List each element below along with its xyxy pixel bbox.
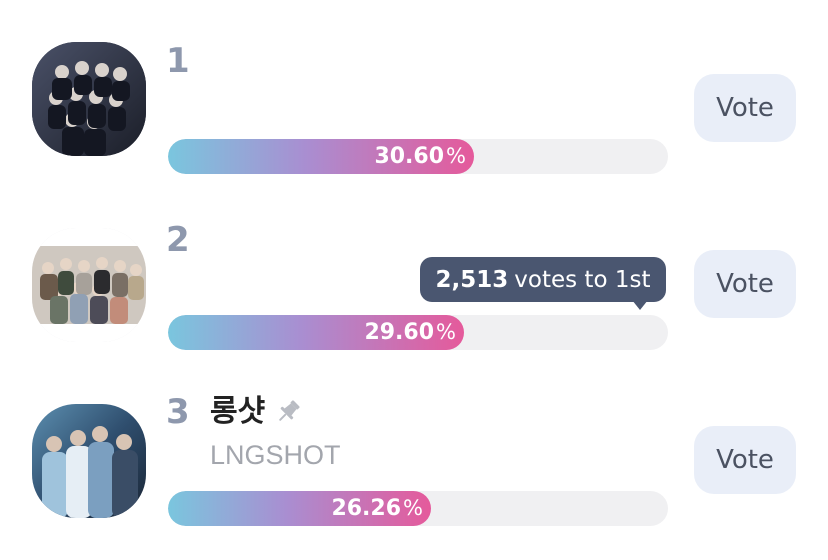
votes-gap-count: 2,513 (435, 266, 509, 293)
votes-gap-tooltip: 2,513 votes to 1st (420, 257, 666, 310)
ranking-row-3: 3 롱샷 LNGSHOT 26.26% Vote (0, 352, 828, 528)
vote-share-fill: 30.60% (168, 139, 474, 174)
artist-name: 롱샷 (210, 394, 266, 429)
group-photo-avatar-2[interactable] (32, 228, 146, 342)
ranking-row-2: 2 2,513 votes to 1st 29.60% Vote (0, 176, 828, 352)
vote-share-fill: 26.26% (168, 491, 431, 526)
pin-icon[interactable] (272, 396, 304, 428)
vote-button-1[interactable]: Vote (694, 74, 796, 142)
vote-button-3[interactable]: Vote (694, 426, 796, 494)
ranking-row-1: 1 30.60% Vote (0, 0, 828, 176)
avatar-image-3 (32, 404, 146, 518)
vote-percentage: 26.26% (331, 495, 423, 521)
vote-share-bar: 29.60% (168, 315, 668, 350)
tooltip-pointer (632, 300, 648, 310)
vote-button-2[interactable]: Vote (694, 250, 796, 318)
avatar-image-2 (32, 228, 146, 342)
avatar-image-1 (32, 42, 146, 156)
vote-share-fill: 29.60% (168, 315, 464, 350)
vote-share-bar: 26.26% (168, 491, 668, 526)
vote-percentage: 29.60% (364, 319, 456, 345)
group-photo-avatar-3[interactable] (32, 404, 146, 518)
rank-number: 1 (166, 41, 190, 81)
rank-number: 3 (166, 392, 190, 432)
rank-number: 2 (166, 220, 190, 260)
group-photo-avatar-1[interactable] (32, 42, 146, 156)
vote-share-bar: 30.60% (168, 139, 668, 174)
votes-gap-label: votes to 1st (514, 266, 651, 293)
artist-subname: LNGSHOT (210, 440, 341, 470)
vote-percentage: 30.60% (374, 143, 466, 169)
